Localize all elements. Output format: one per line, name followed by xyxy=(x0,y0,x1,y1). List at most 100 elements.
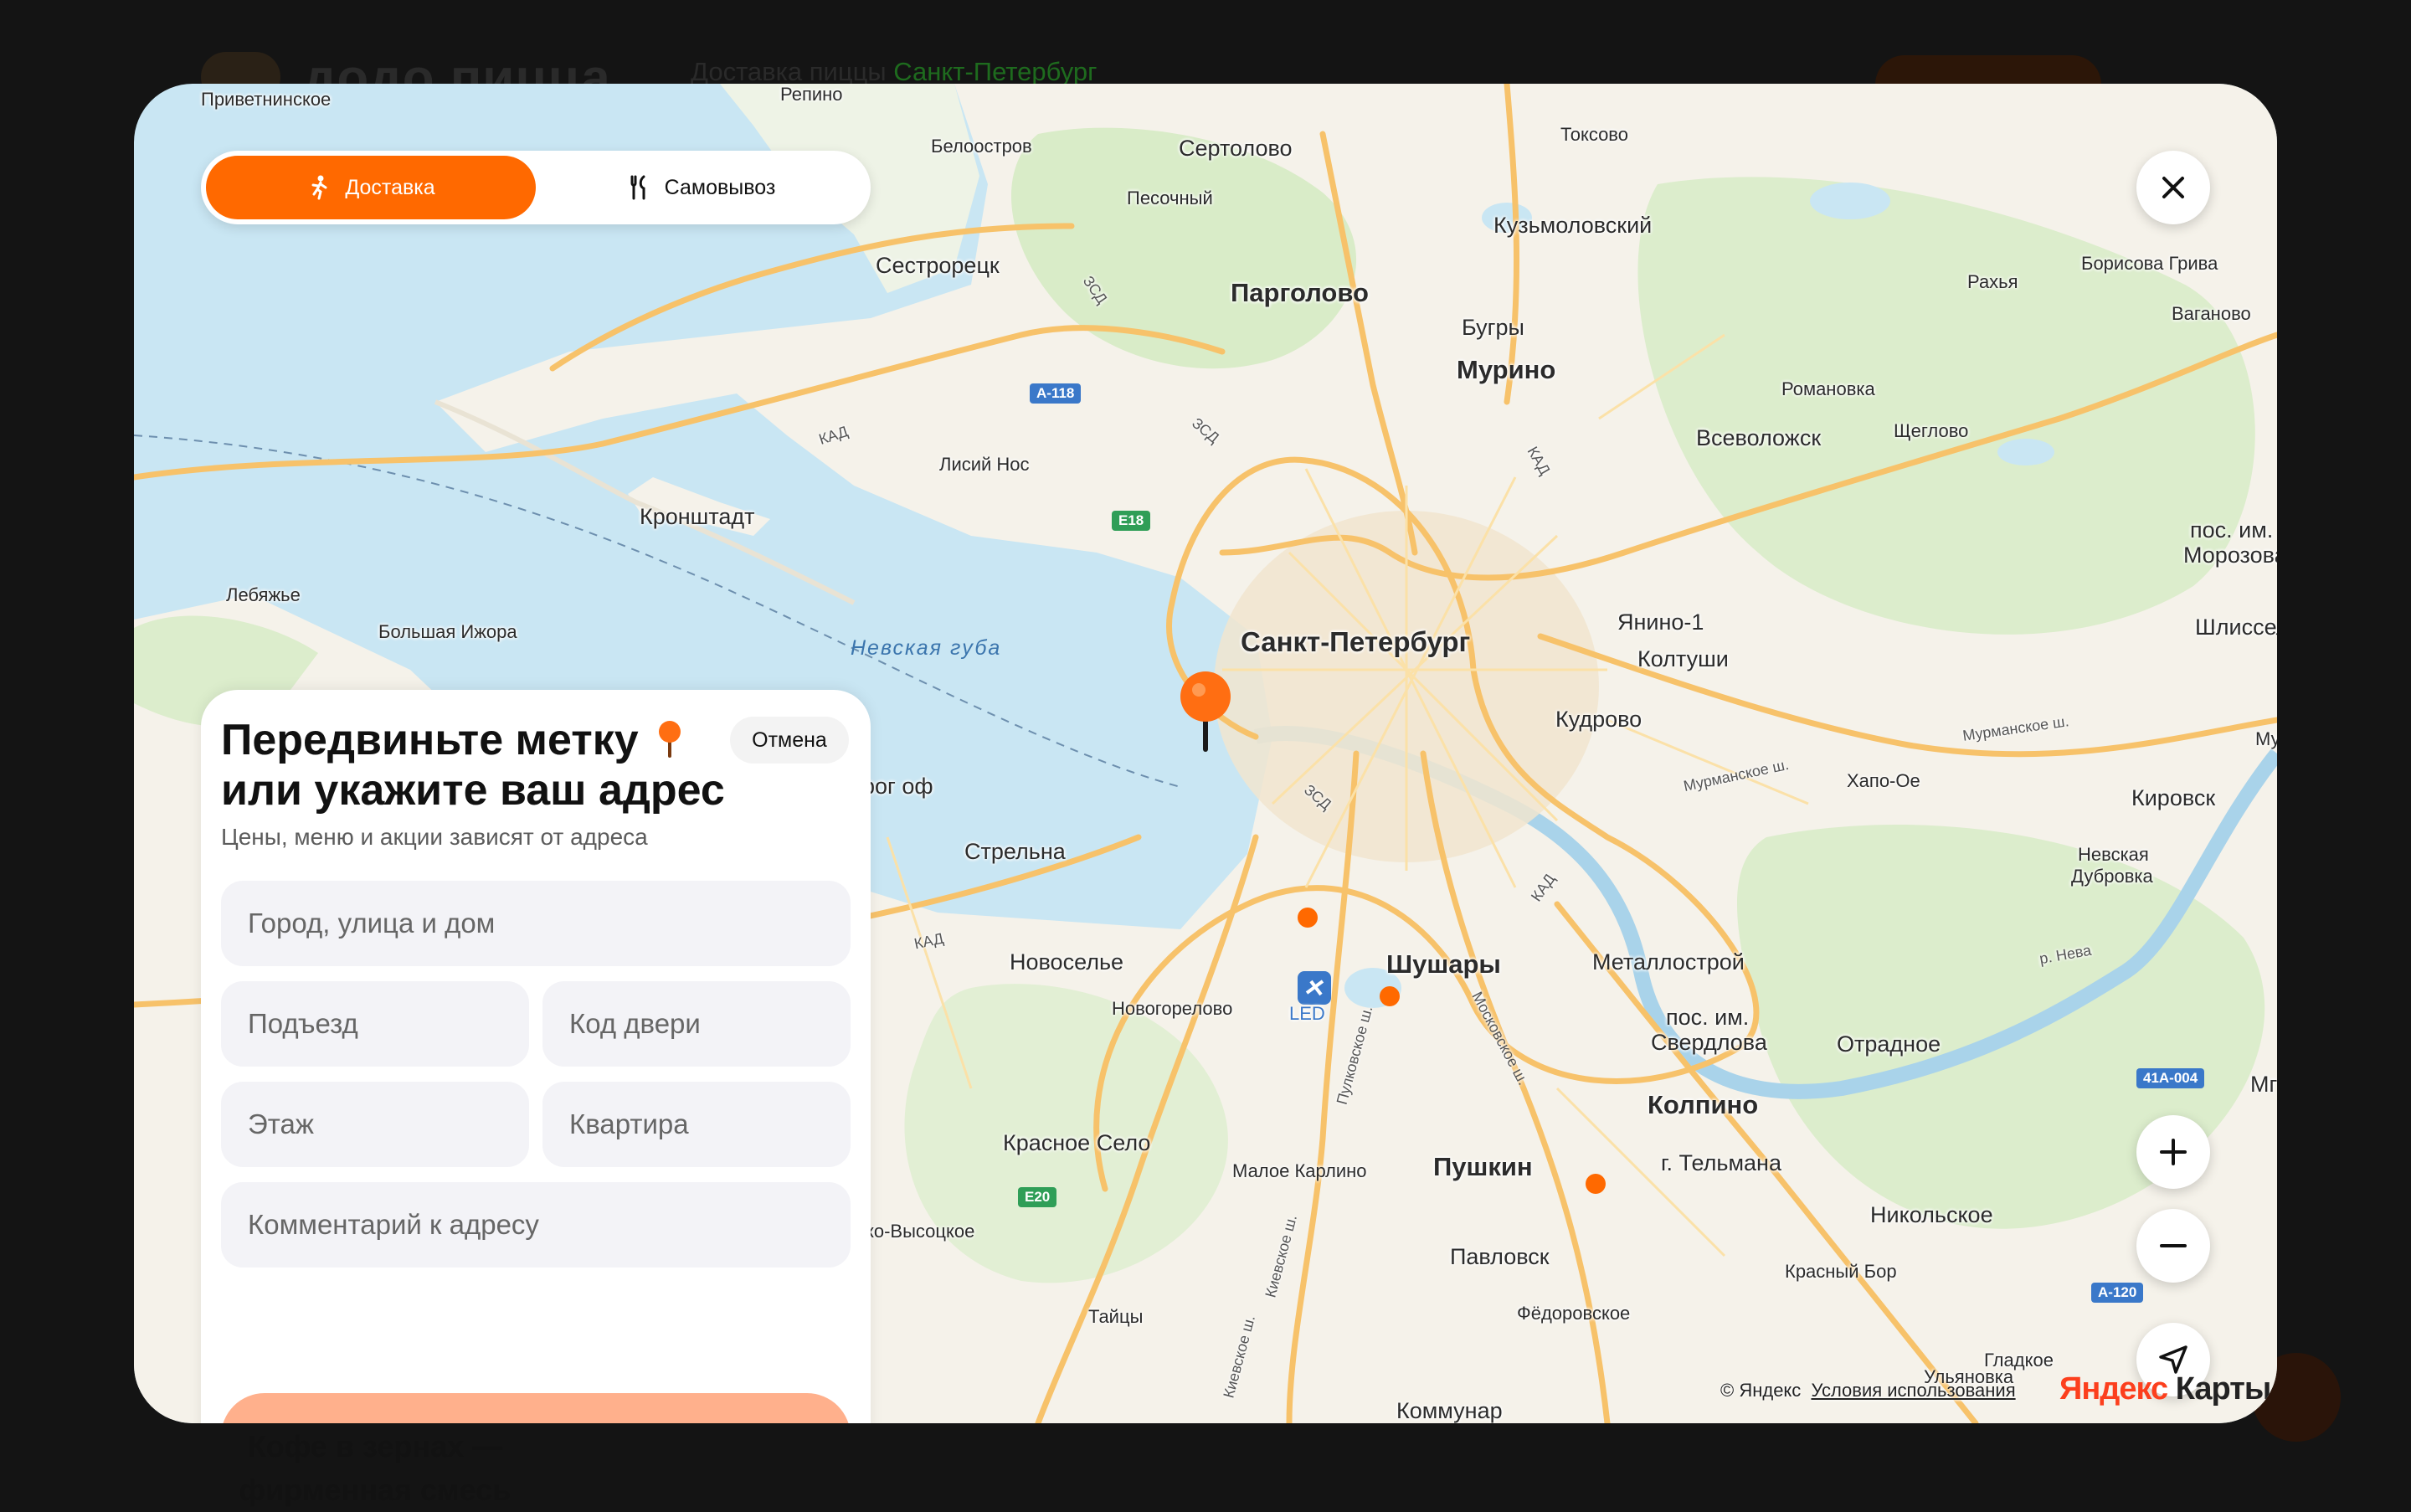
tab-pickup[interactable]: Самовывоз xyxy=(536,156,866,219)
map-label: Металлострой xyxy=(1592,949,1745,975)
map-label: Мг xyxy=(2250,1072,2277,1097)
road-shield: А-120 xyxy=(2091,1283,2144,1303)
map-label: Свердлова xyxy=(1651,1030,1767,1055)
close-button[interactable] xyxy=(2136,151,2210,224)
map-label: Морозова xyxy=(2183,543,2277,568)
address-comment-input[interactable] xyxy=(221,1182,851,1268)
map-label: Колпино xyxy=(1648,1090,1759,1119)
close-icon xyxy=(2162,177,2184,198)
panel-title-line-2: или укажите ваш адрес xyxy=(221,766,725,815)
promo-line-1: Кофе в зернах — xyxy=(247,1429,503,1463)
fork-knife-icon xyxy=(626,174,653,201)
tab-delivery[interactable]: Доставка xyxy=(206,156,536,219)
map-label: Му xyxy=(2255,728,2277,749)
map-label: Борисова Грива xyxy=(2081,253,2218,274)
map-label: Стрельна xyxy=(964,839,1066,864)
map-label: Янино-1 xyxy=(1617,609,1704,635)
map-label: пос. им. xyxy=(1666,1005,1750,1030)
map-label: ко-Высоцкое xyxy=(866,1221,975,1242)
map-label: Парголово xyxy=(1231,278,1369,307)
map-label: Новогорелово xyxy=(1112,998,1233,1019)
delivery-prefix: Доставка пиццы xyxy=(691,57,887,86)
map-label: Ваганово xyxy=(2172,303,2251,324)
plus-icon xyxy=(2160,1139,2187,1165)
door-code-input[interactable] xyxy=(542,981,851,1067)
map-label: Сестрорецк xyxy=(876,253,1000,278)
map-label: Кузьмоловский xyxy=(1493,213,1653,238)
address-input[interactable] xyxy=(221,881,851,966)
map-label: Репино xyxy=(780,84,843,105)
map-label: Большая Ижора xyxy=(378,621,517,642)
map-label: Отрадное xyxy=(1837,1031,1941,1057)
map-label: Токсово xyxy=(1560,124,1628,145)
map-label: Приветнинское xyxy=(201,89,332,110)
pin-emoji-icon xyxy=(659,721,681,758)
map-label: Лисий Нос xyxy=(939,454,1030,475)
ruble-marker-icon xyxy=(1298,908,1318,928)
address-modal: Санкт-Петербург Парголово Мурино Шушары … xyxy=(134,84,2277,1423)
road-shield: 41А-004 xyxy=(2136,1068,2205,1088)
map-label: Щеглово xyxy=(1894,420,1969,441)
map-label: Белоостров xyxy=(931,136,1032,157)
map-label: Кронштадт xyxy=(640,504,755,529)
yandex-maps-logo[interactable]: Яндекс Карты xyxy=(2059,1371,2272,1407)
address-panel: Передвиньте метку или укажите ваш адрес … xyxy=(201,690,871,1423)
map-label: пос. им. xyxy=(2190,517,2274,543)
panel-subtitle: Цены, меню и акции зависят от адреса xyxy=(221,824,648,850)
lake xyxy=(1810,183,1890,219)
maps-logo-word: Карты xyxy=(2175,1371,2272,1407)
map-label: Коммунар xyxy=(1396,1398,1503,1423)
yandex-logo-word: Яндекс xyxy=(2059,1371,2168,1407)
apartment-input[interactable] xyxy=(542,1082,851,1167)
map-label: Невская xyxy=(2078,844,2149,865)
promo-line-2: фирменная смесь xyxy=(239,1473,512,1507)
delivery-city-header: Доставка пиццы Санкт-Петербург xyxy=(691,57,1097,87)
road-shield: E18 xyxy=(1112,511,1151,531)
cancel-button[interactable]: Отмена xyxy=(730,717,849,764)
map-label: г. Тельмана xyxy=(1661,1150,1781,1175)
terms-link[interactable]: Условия использования xyxy=(1811,1380,2015,1401)
panel-title: Передвиньте метку или укажите ваш адрес xyxy=(221,715,740,815)
panel-title-line-1: Передвиньте метку xyxy=(221,716,639,764)
minus-icon xyxy=(2160,1244,2187,1247)
map-label: Кудрово xyxy=(1555,707,1642,732)
location-pin-icon[interactable] xyxy=(1176,670,1235,753)
map-label: Мурино xyxy=(1457,355,1556,384)
map-label: Малое Карлино xyxy=(1232,1160,1367,1181)
map-label: Романовка xyxy=(1781,378,1875,399)
map-label: Красное Село xyxy=(1003,1130,1151,1155)
entrance-input[interactable] xyxy=(221,981,529,1067)
map-label: Шушары xyxy=(1386,949,1501,979)
road-shield: А-118 xyxy=(1030,383,1082,404)
order-here-button[interactable]: Заказать сюда xyxy=(221,1393,851,1423)
promo-title: Кофе в зернах — фирменная смесь xyxy=(224,1425,526,1512)
map-label: Невская губа xyxy=(851,636,1002,660)
map-label: Дубровка xyxy=(2071,866,2153,887)
zoom-in-button[interactable] xyxy=(2136,1115,2210,1189)
map-label: Новоселье xyxy=(1010,949,1124,975)
map-label: Никольское xyxy=(1870,1202,1993,1227)
map-label: Пушкин xyxy=(1433,1152,1533,1181)
floor-input[interactable] xyxy=(221,1082,529,1167)
map-label: Всеволожск xyxy=(1696,425,1822,450)
zoom-out-button[interactable] xyxy=(2136,1209,2210,1283)
map-label: Фёдоровское xyxy=(1517,1303,1631,1324)
ruble-marker-icon xyxy=(1586,1174,1606,1194)
map-label: Тайцы xyxy=(1088,1306,1144,1327)
map-copyright: © Яндекс Условия использования xyxy=(1720,1380,2016,1401)
tab-delivery-label: Доставка xyxy=(345,175,435,199)
lake xyxy=(1997,439,2054,465)
map-label: Бугры xyxy=(1462,315,1524,340)
map-label: Сертолово xyxy=(1179,136,1293,161)
road-shield: E20 xyxy=(1018,1187,1057,1207)
map-label: Павловск xyxy=(1450,1244,1550,1269)
ruble-marker-icon xyxy=(1380,986,1400,1006)
delivery-mode-switch[interactable]: Доставка Самовывоз xyxy=(201,151,871,224)
map-label: Санкт-Петербург xyxy=(1241,626,1471,657)
map-label: LED xyxy=(1289,1003,1325,1024)
walking-courier-icon xyxy=(306,174,333,201)
copyright-text: © Яндекс xyxy=(1720,1380,1802,1401)
map-label: Кировск xyxy=(2131,785,2216,810)
map-label: Хапо-Ое xyxy=(1847,770,1920,791)
map-label: Шлиссельб xyxy=(2195,615,2277,640)
